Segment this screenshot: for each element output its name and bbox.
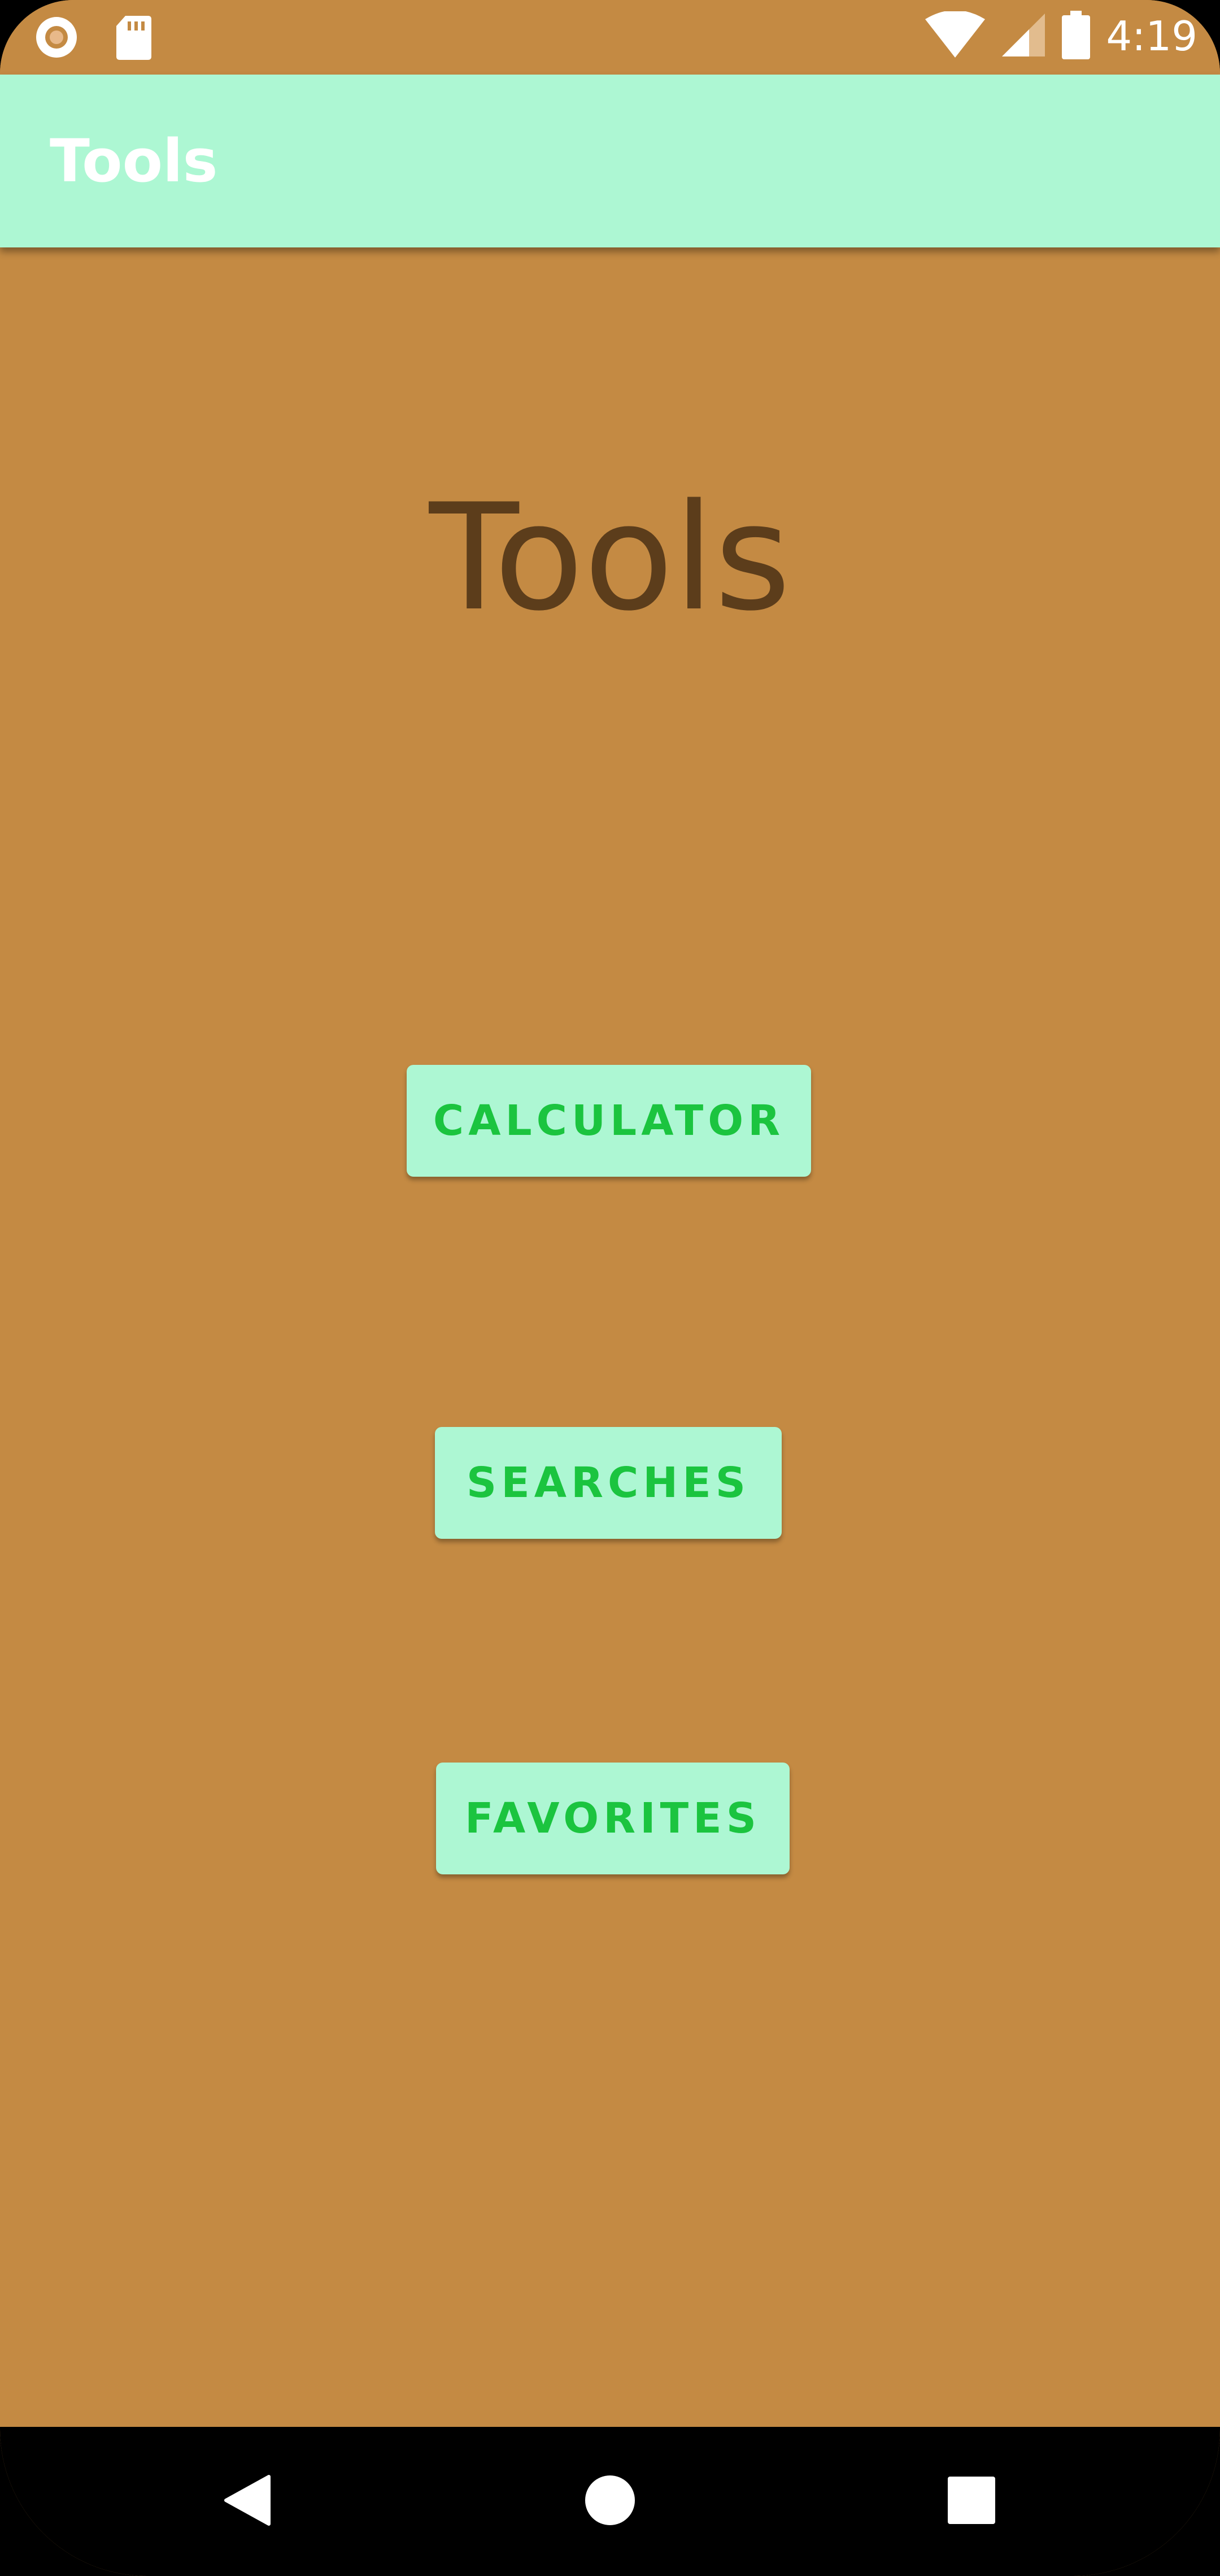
circle-notification-icon (33, 14, 80, 63)
app-bar: Tools (0, 75, 1220, 247)
app-screen: 4:19 Tools Tools CALCULATOR SEARCHES FAV… (0, 0, 1220, 2576)
app-bar-title: Tools (50, 127, 218, 195)
recents-icon (943, 2472, 1000, 2531)
main-content: Tools CALCULATOR SEARCHES FAVORITES (0, 247, 1220, 2427)
home-button[interactable] (565, 2456, 655, 2547)
status-clock: 4:19 (1106, 12, 1197, 60)
recents-button[interactable] (926, 2456, 1017, 2547)
status-bar: 4:19 (0, 0, 1220, 75)
home-icon (582, 2472, 638, 2531)
favorites-button[interactable]: FAVORITES (436, 1763, 790, 1874)
back-icon (220, 2472, 277, 2531)
calculator-button[interactable]: CALCULATOR (407, 1065, 811, 1177)
cell-signal-icon (1001, 11, 1046, 61)
page-heading: Tools (429, 473, 791, 643)
searches-button[interactable]: SEARCHES (435, 1427, 782, 1539)
sd-card-icon (114, 14, 154, 63)
navigation-bar (0, 2427, 1220, 2576)
back-button[interactable] (203, 2456, 294, 2547)
wifi-icon (924, 10, 986, 61)
battery-icon (1061, 10, 1091, 63)
